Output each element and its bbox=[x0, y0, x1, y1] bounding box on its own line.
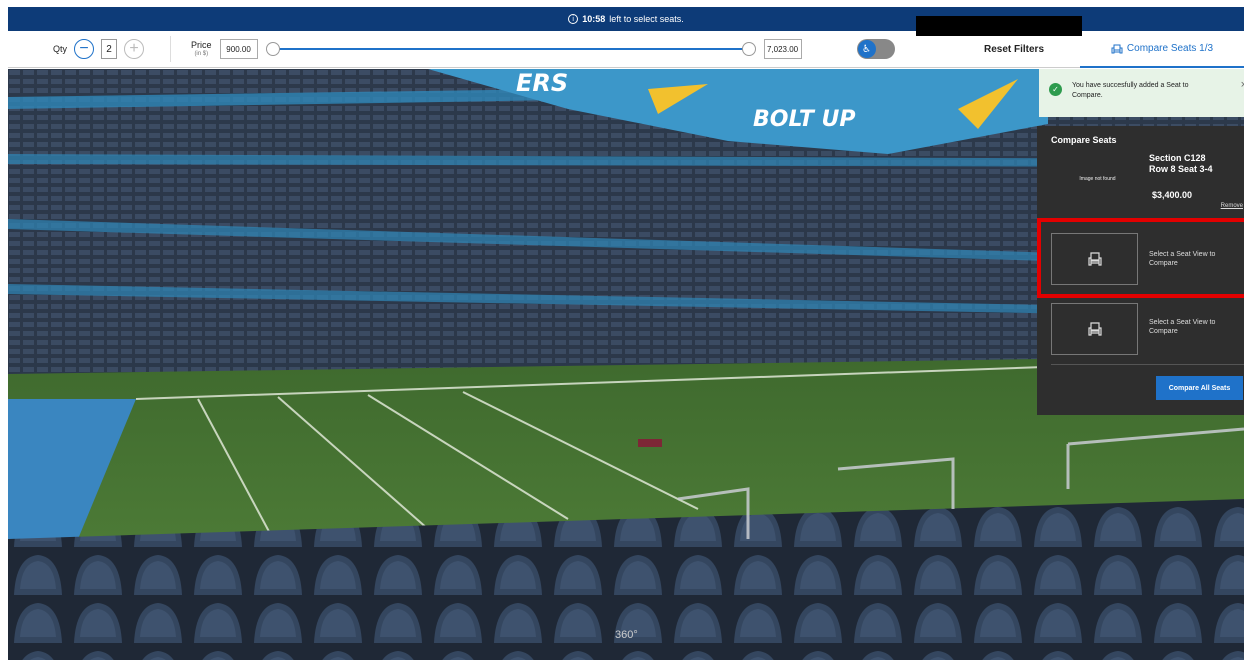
price-min-handle[interactable] bbox=[265, 42, 280, 56]
redaction-box bbox=[916, 16, 1082, 36]
timer-text: left to select seats. bbox=[609, 14, 684, 24]
timer-time: 10:58 bbox=[582, 14, 606, 24]
toast-message: You have succesfully added a Seat to Com… bbox=[1072, 82, 1189, 100]
info-icon: i bbox=[568, 14, 579, 24]
remove-link[interactable]: Remove bbox=[1221, 203, 1243, 209]
check-icon: ✓ bbox=[1049, 83, 1062, 96]
price-unit: (in $) bbox=[194, 50, 209, 57]
empty-slot-text: Select a Seat View to Compare bbox=[1149, 319, 1216, 336]
banner-bolt-up-text: BOLT UP bbox=[753, 107, 856, 132]
panel-title: Compare Seats bbox=[1051, 135, 1117, 145]
compare-all-seats-button[interactable]: Compare All Seats bbox=[1156, 376, 1243, 400]
reset-filters-button[interactable]: Reset Filters bbox=[949, 31, 1079, 67]
image-not-found-text: Image not found bbox=[1079, 176, 1116, 182]
price-label-text: Price bbox=[191, 39, 212, 50]
price-max-input[interactable]: 7,023.00 bbox=[763, 39, 802, 59]
filter-bar: Qty − 2 + Price (in $) 900.00 7,023.00 ♿… bbox=[8, 31, 1244, 68]
seat-row-seat: Row 8 Seat 3-4 bbox=[1149, 164, 1213, 175]
compare-seats-label: Compare Seats 1/3 bbox=[1126, 43, 1214, 54]
price-range-slider[interactable] bbox=[265, 39, 756, 59]
divider bbox=[170, 36, 172, 62]
success-toast: ✓ You have succesfully added a Seat to C… bbox=[1039, 69, 1253, 117]
qty-value[interactable]: 2 bbox=[101, 39, 118, 59]
qty-label: Qty bbox=[53, 44, 68, 54]
accessibility-toggle[interactable]: ♿ bbox=[856, 39, 895, 59]
price-label: Price (in $) bbox=[191, 39, 212, 57]
banner-left-text: ERS bbox=[516, 69, 568, 97]
seat-icon bbox=[1087, 322, 1102, 336]
empty-compare-slot[interactable] bbox=[1051, 303, 1138, 355]
divider bbox=[1051, 364, 1245, 365]
qty-increase-button[interactable]: + bbox=[124, 39, 145, 59]
right-edge-strip bbox=[1244, 31, 1253, 660]
highlight-box bbox=[1037, 218, 1251, 298]
seat-section: Section C128 bbox=[1149, 153, 1206, 163]
price-max-handle[interactable] bbox=[741, 42, 756, 56]
qty-decrease-button[interactable]: − bbox=[74, 39, 95, 59]
seat-price: $3,400.00 bbox=[1152, 190, 1193, 200]
view-360-control[interactable]: 360° bbox=[615, 629, 638, 641]
wheelchair-icon: ♿ bbox=[857, 40, 876, 58]
selected-seat-info: Section C128 Row 8 Seat 3-4 bbox=[1149, 153, 1213, 176]
seat-icon bbox=[1111, 44, 1123, 53]
qty-control: Qty − 2 + bbox=[53, 39, 145, 59]
compare-seats-tab[interactable]: Compare Seats 1/3 bbox=[1080, 31, 1244, 68]
rotate-360-icon: 360° bbox=[615, 629, 638, 641]
price-min-input[interactable]: 900.00 bbox=[219, 39, 258, 59]
seat-thumbnail[interactable]: Image not found bbox=[1051, 157, 1144, 201]
price-range-track bbox=[270, 48, 751, 50]
